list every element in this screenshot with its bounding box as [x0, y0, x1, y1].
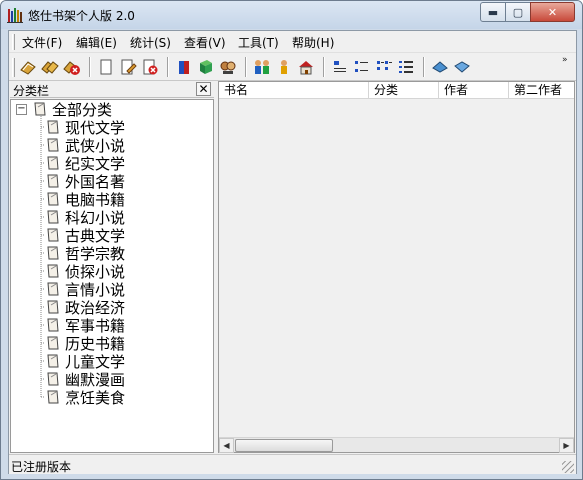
category-book-icon — [47, 210, 59, 224]
toolbar-overflow-icon[interactable]: » — [562, 56, 568, 65]
menu-statistics[interactable]: 统计(S) — [130, 34, 171, 51]
category-tree[interactable]: − 全部分类 现代文学 武侠小说 纪实文学 外国名著 电脑书籍 科幻小说 古典文学 哲学宗教侦… — [10, 99, 214, 453]
menu-tools[interactable]: 工具(T) — [238, 34, 279, 51]
category-book-icon — [47, 300, 59, 314]
tree-item[interactable]: 幽默漫画 — [45, 370, 125, 389]
column-category[interactable]: 分类 — [369, 82, 439, 98]
small-icons-view-icon[interactable] — [353, 58, 371, 76]
tree-root[interactable]: − 全部分类 — [16, 100, 112, 119]
tree-item-label: 烹饪美食 — [65, 388, 126, 407]
tree-item[interactable]: 科幻小说 — [45, 208, 125, 227]
sidebar-header: 分类栏 ✕ — [10, 81, 214, 98]
status-bar: 已注册版本 — [9, 454, 576, 474]
category-sidebar: 分类栏 ✕ − 全部分类 现代文学 武侠小说 纪实文学 外国名著 电脑书籍 科幻小说 古典文… — [10, 81, 214, 453]
menubar-grip[interactable] — [12, 34, 15, 50]
blank-page-icon[interactable] — [97, 58, 115, 76]
sidebar-title: 分类栏 — [13, 84, 50, 98]
title-bar[interactable]: 悠仕书架个人版 2.0 ▬ ▢ ✕ — [1, 1, 582, 29]
menu-help[interactable]: 帮助(H) — [292, 34, 334, 51]
scroll-left-icon[interactable]: ◀ — [219, 438, 234, 453]
column-title[interactable]: 书名 — [219, 82, 369, 98]
house-icon[interactable] — [297, 58, 315, 76]
toolbar-separator — [423, 57, 425, 77]
forward-icon[interactable] — [453, 58, 471, 76]
toolbar-separator — [245, 57, 247, 77]
category-book-icon — [47, 192, 59, 206]
app-window: 悠仕书架个人版 2.0 ▬ ▢ ✕ 文件(F) 编辑(E) 统计(S) 查看(V… — [0, 0, 583, 480]
category-book-icon — [47, 228, 59, 242]
client-area: 文件(F) 编辑(E) 统计(S) 查看(V) 工具(T) 帮助(H) » 分类… — [8, 30, 577, 474]
category-book-icon — [47, 336, 59, 350]
tree-item[interactable]: 纪实文学 — [45, 154, 125, 173]
list-view-icon[interactable] — [375, 58, 393, 76]
category-book-icon — [47, 120, 59, 134]
toolbar-separator — [323, 57, 325, 77]
tree-item[interactable]: 侦探小说 — [45, 262, 125, 281]
edit-page-icon[interactable] — [119, 58, 137, 76]
details-view-icon[interactable] — [397, 58, 415, 76]
category-book-icon — [47, 264, 59, 278]
tree-item[interactable]: 电脑书籍 — [45, 190, 125, 209]
menu-file[interactable]: 文件(F) — [22, 34, 62, 51]
scroll-right-icon[interactable]: ▶ — [559, 438, 574, 453]
tree-item[interactable]: 现代文学 — [45, 118, 125, 137]
tree-item[interactable]: 政治经济 — [45, 298, 125, 317]
group-icon[interactable] — [253, 58, 271, 76]
tree-item[interactable]: 军事书籍 — [45, 316, 125, 335]
resize-grip-icon[interactable] — [562, 461, 574, 473]
tree-item[interactable]: 儿童文学 — [45, 352, 125, 371]
category-book-icon — [34, 102, 46, 116]
list-header: 书名 分类 作者 第二作者 — [219, 82, 574, 99]
tree-item[interactable]: 外国名著 — [45, 172, 125, 191]
tree-item[interactable]: 烹饪美食 — [45, 388, 126, 407]
category-book-icon — [47, 282, 59, 296]
menu-edit[interactable]: 编辑(E) — [76, 34, 117, 51]
column-author[interactable]: 作者 — [439, 82, 509, 98]
category-book-icon — [47, 390, 59, 404]
toolbar-separator — [167, 57, 169, 77]
large-icons-view-icon[interactable] — [331, 58, 349, 76]
delete-book-icon[interactable] — [63, 58, 81, 76]
menu-bar: 文件(F) 编辑(E) 统计(S) 查看(V) 工具(T) 帮助(H) — [9, 31, 576, 53]
list-body[interactable] — [219, 99, 574, 437]
tree-item[interactable]: 哲学宗教 — [45, 244, 125, 263]
tree-item[interactable]: 武侠小说 — [45, 136, 125, 155]
delete-page-icon[interactable] — [141, 58, 159, 76]
toolbar: » — [9, 54, 576, 81]
close-button[interactable]: ✕ — [530, 2, 575, 22]
category-book-icon — [47, 174, 59, 188]
window-title: 悠仕书架个人版 2.0 — [28, 9, 135, 23]
horizontal-scrollbar[interactable]: ◀ ▶ — [219, 437, 574, 453]
books-icon[interactable] — [41, 58, 59, 76]
category-book-icon — [47, 354, 59, 368]
category-book-icon — [47, 318, 59, 332]
back-icon[interactable] — [431, 58, 449, 76]
tree-item[interactable]: 古典文学 — [45, 226, 125, 245]
person-icon[interactable] — [275, 58, 293, 76]
search-people-icon[interactable] — [219, 58, 237, 76]
category-book-icon — [47, 372, 59, 386]
menu-view[interactable]: 查看(V) — [184, 34, 226, 51]
status-text: 已注册版本 — [11, 460, 72, 474]
book-list: 书名 分类 作者 第二作者 ◀ ▶ — [218, 81, 575, 453]
minimize-button[interactable]: ▬ — [480, 2, 506, 22]
toolbar-grip[interactable] — [12, 58, 15, 77]
category-book-icon — [47, 138, 59, 152]
toolbar-separator — [89, 57, 91, 77]
category-book-icon — [47, 156, 59, 170]
collapse-icon[interactable]: − — [16, 103, 27, 115]
book-spine-red-icon[interactable] — [175, 58, 193, 76]
sidebar-close-button[interactable]: ✕ — [196, 82, 211, 96]
tree-item[interactable]: 历史书籍 — [45, 334, 125, 353]
tree-item[interactable]: 言情小说 — [45, 280, 125, 299]
bookshelf-icon — [7, 8, 23, 23]
column-second-author[interactable]: 第二作者 — [509, 82, 574, 98]
open-book-icon[interactable] — [19, 58, 37, 76]
category-book-icon — [47, 246, 59, 260]
book-green-icon[interactable] — [197, 58, 215, 76]
maximize-button[interactable]: ▢ — [505, 2, 531, 22]
scrollbar-thumb[interactable] — [235, 439, 333, 452]
